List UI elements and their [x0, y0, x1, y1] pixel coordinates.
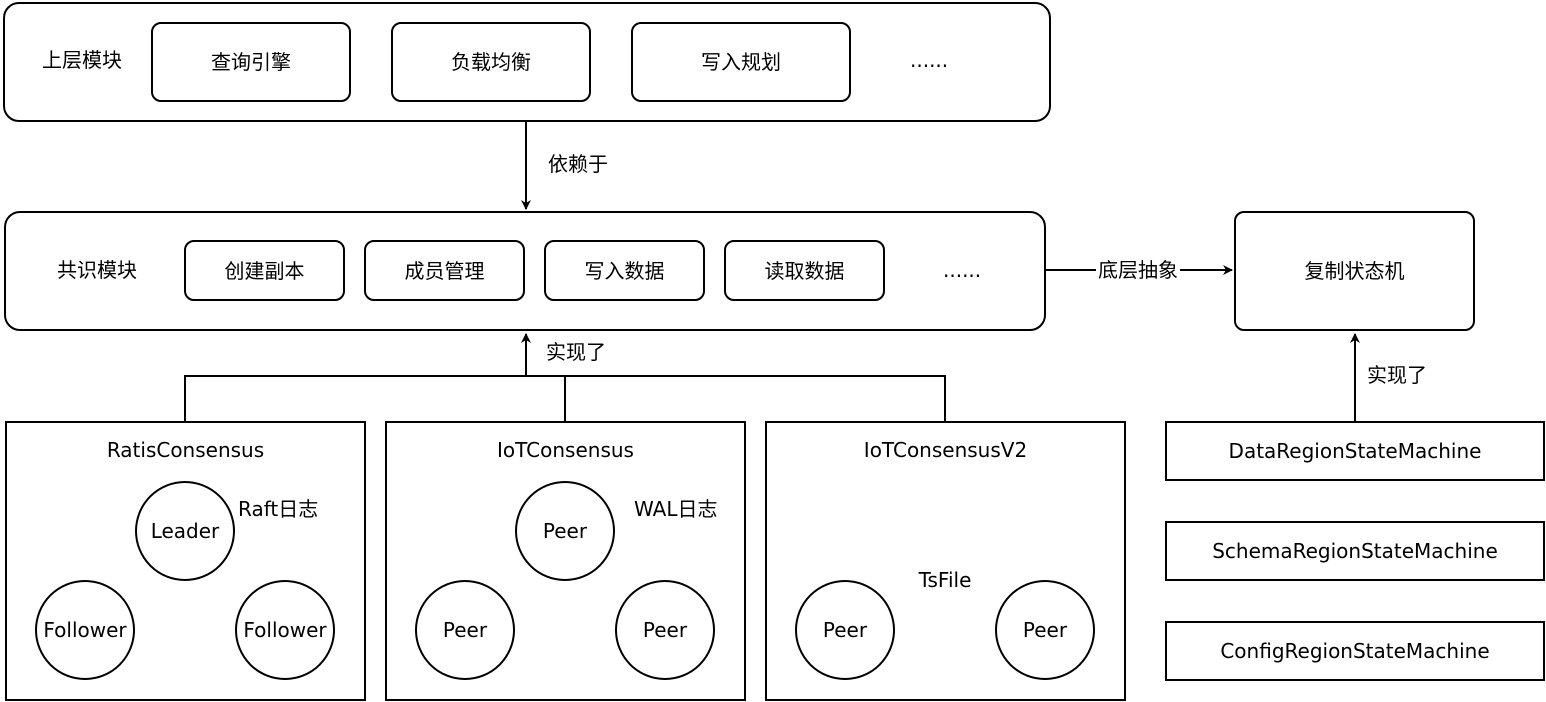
iot-peer-right-node: Peer	[615, 580, 715, 680]
ratis-leader-node: Leader	[135, 481, 235, 581]
consensus-item-membership: 成员管理	[364, 240, 525, 301]
upper-item-query-engine: 查询引擎	[151, 22, 351, 102]
iot-consensus-title: IoTConsensus	[497, 438, 634, 462]
consensus-item-create-replica: 创建副本	[184, 240, 345, 301]
iotv2-peer-left-node: Peer	[795, 580, 895, 680]
ratis-follower-left-node: Follower	[35, 580, 135, 680]
implements-label: 实现了	[546, 340, 606, 364]
depends-label: 依赖于	[548, 152, 608, 176]
ratis-follower-right-node: Follower	[235, 580, 335, 680]
implements-label-right: 实现了	[1367, 363, 1427, 387]
schema-region-state-machine: SchemaRegionStateMachine	[1165, 521, 1545, 581]
iot-peer-top-node: Peer	[515, 481, 615, 581]
data-region-state-machine: DataRegionStateMachine	[1165, 421, 1545, 481]
replicated-state-machine: 复制状态机	[1234, 211, 1475, 331]
consensus-item-read-data: 读取数据	[724, 240, 885, 301]
iot-consensus-v2-title: IoTConsensusV2	[863, 438, 1028, 462]
upper-item-load-balance: 负载均衡	[391, 22, 591, 102]
upper-item-write-planning: 写入规划	[631, 22, 851, 102]
tsfile-label: TsFile	[918, 568, 972, 592]
config-region-state-machine: ConfigRegionStateMachine	[1165, 621, 1545, 681]
consensus-ellipsis: ......	[943, 258, 982, 282]
iot-peer-left-node: Peer	[415, 580, 515, 680]
upper-module-title: 上层模块	[42, 48, 122, 72]
iotv2-peer-right-node: Peer	[995, 580, 1095, 680]
wal-log-label: WAL日志	[634, 497, 718, 521]
consensus-module	[4, 211, 1046, 331]
consensus-module-title: 共识模块	[57, 258, 137, 282]
ratis-consensus-title: RatisConsensus	[106, 438, 265, 462]
raft-log-label: Raft日志	[238, 497, 319, 521]
upper-ellipsis: ......	[910, 48, 949, 72]
consensus-item-write-data: 写入数据	[544, 240, 705, 301]
abstraction-label: 底层抽象	[1096, 258, 1180, 282]
